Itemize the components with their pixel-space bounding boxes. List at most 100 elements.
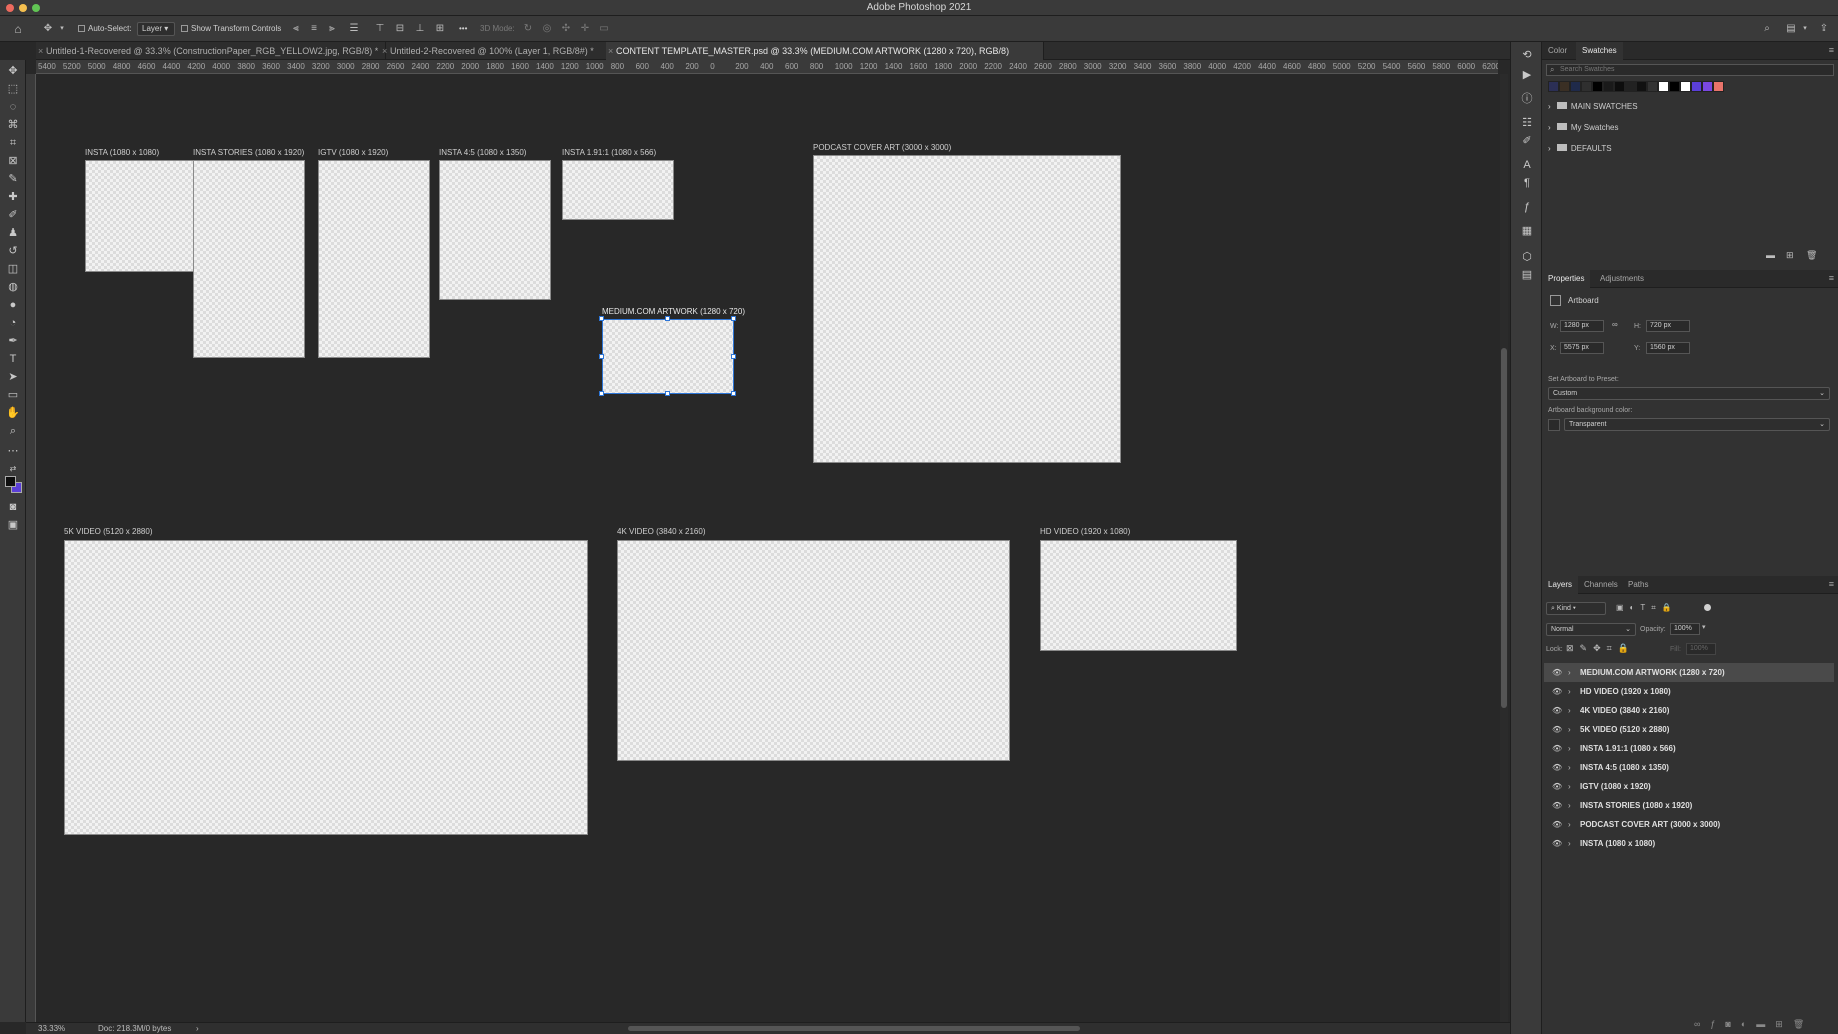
y-position-field[interactable]: 1560 px [1646, 342, 1690, 354]
move-tool-icon[interactable]: ✥ [6, 64, 20, 78]
blend-mode-dropdown[interactable]: Normal ⌄ [1546, 623, 1636, 636]
visibility-eye-icon[interactable]: 👁 [1552, 701, 1562, 720]
layer-row[interactable]: 👁 › IGTV (1080 x 1920) [1544, 777, 1834, 796]
workspace-chevron-icon[interactable]: ▾ [1799, 23, 1811, 35]
visibility-eye-icon[interactable]: 👁 [1552, 720, 1562, 739]
horizontal-scrollbar-thumb[interactable] [628, 1026, 1080, 1031]
frame-tool-icon[interactable]: ⊠ [6, 154, 20, 168]
3d-orbit-icon[interactable]: ↻ [522, 23, 534, 35]
zoom-window-button[interactable] [32, 4, 40, 12]
panel-menu-icon[interactable]: ≡ [1829, 579, 1834, 589]
layer-row[interactable]: 👁 › 5K VIDEO (5120 x 2880) [1544, 720, 1834, 739]
artboard-label[interactable]: INSTA 1.91:1 (1080 x 566) [562, 148, 656, 157]
artboard-podcast-cover-art[interactable] [813, 155, 1121, 463]
channels-icon[interactable]: ▤ [1520, 268, 1534, 282]
fill-field[interactable]: 100% [1686, 643, 1716, 655]
color-swatch[interactable] [1548, 81, 1559, 92]
share-icon[interactable]: ⇪ [1818, 23, 1830, 35]
transform-handle[interactable] [731, 354, 736, 359]
filter-toggle-icon[interactable] [1704, 604, 1711, 611]
layer-row[interactable]: 👁 › 4K VIDEO (3840 x 2160) [1544, 701, 1834, 720]
paragraph-icon[interactable]: ¶ [1520, 176, 1534, 190]
paint-bucket-tool-icon[interactable]: ◍ [6, 280, 20, 294]
artboard-label[interactable]: 5K VIDEO (5120 x 2880) [64, 527, 153, 536]
align-left-icon[interactable]: ⫷ [290, 23, 302, 35]
chevron-right-icon[interactable]: › [1568, 720, 1571, 739]
chevron-right-icon[interactable]: › [1568, 834, 1571, 853]
distribute-vertical-icon[interactable]: ⊞ [434, 23, 446, 35]
vertical-scrollbar-thumb[interactable] [1501, 348, 1507, 708]
artboard-label[interactable]: MEDIUM.COM ARTWORK (1280 x 720) [602, 307, 745, 316]
artboard-label[interactable]: IGTV (1080 x 1920) [318, 148, 388, 157]
layer-row[interactable]: 👁 › MEDIUM.COM ARTWORK (1280 x 720) [1544, 663, 1834, 682]
tab-untitled-1[interactable]: × Untitled-1-Recovered @ 33.3% (Construct… [36, 42, 386, 60]
layer-row[interactable]: 👁 › INSTA (1080 x 1080) [1544, 834, 1834, 853]
type-tool-icon[interactable]: T [6, 352, 20, 366]
close-tab-icon[interactable]: × [608, 42, 613, 60]
artboard-label[interactable]: PODCAST COVER ART (3000 x 3000) [813, 143, 951, 152]
artboard-4k-video[interactable] [617, 540, 1010, 761]
auto-select-dropdown[interactable]: Layer ▾ [137, 22, 175, 36]
tab-paths[interactable]: Paths [1622, 576, 1654, 594]
height-field[interactable]: 720 px [1646, 320, 1690, 332]
quick-selection-tool-icon[interactable]: ⌘ [6, 118, 20, 132]
3d-scale-icon[interactable]: ▭ [598, 23, 610, 35]
transform-handle[interactable] [665, 316, 670, 321]
more-options-button[interactable]: ••• [459, 16, 467, 42]
artboard-insta-stories[interactable] [193, 160, 305, 358]
artboard-label[interactable]: INSTA (1080 x 1080) [85, 148, 159, 157]
color-swatch[interactable] [1658, 81, 1669, 92]
character-icon[interactable]: A [1520, 158, 1534, 172]
history-brush-tool-icon[interactable]: ↺ [6, 244, 20, 258]
healing-brush-tool-icon[interactable]: ✚ [6, 190, 20, 204]
workspace-icon[interactable]: ▤ [1785, 23, 1797, 35]
artboard-insta-1-91[interactable] [562, 160, 674, 220]
clone-stamp-tool-icon[interactable]: ♟ [6, 226, 20, 240]
zoom-tool-icon[interactable]: ⌕ [6, 424, 20, 438]
canvas-area[interactable]: INSTA (1080 x 1080) INSTA STORIES (1080 … [36, 74, 1498, 1022]
layers-footer-icons[interactable]: ∞ƒ◙◐▬⊞🗑 [1694, 1019, 1814, 1030]
blur-tool-icon[interactable]: ● [6, 298, 20, 312]
layer-row[interactable]: 👁 › PODCAST COVER ART (3000 x 3000) [1544, 815, 1834, 834]
visibility-eye-icon[interactable]: 👁 [1552, 758, 1562, 777]
status-menu-arrow-icon[interactable]: › [196, 1023, 199, 1034]
layer-row[interactable]: 👁 › INSTA 1.91:1 (1080 x 566) [1544, 739, 1834, 758]
foreground-color-swatch[interactable] [5, 476, 16, 487]
visibility-eye-icon[interactable]: 👁 [1552, 682, 1562, 701]
tab-untitled-2[interactable]: × Untitled-2-Recovered @ 100% (Layer 1, R… [380, 42, 638, 60]
x-position-field[interactable]: 5575 px [1560, 342, 1604, 354]
info-icon[interactable]: ⓘ [1520, 92, 1534, 106]
layer-filter-icons[interactable]: ▣◐T⌗🔒 [1616, 603, 1678, 613]
new-group-folder-icon[interactable]: ▬ [1766, 250, 1775, 260]
visibility-eye-icon[interactable]: 👁 [1552, 815, 1562, 834]
color-swatch[interactable] [1669, 81, 1680, 92]
eyedropper-tool-icon[interactable]: ✎ [6, 172, 20, 186]
move-tool-icon[interactable]: ✥ [42, 23, 54, 35]
transform-handle[interactable] [599, 391, 604, 396]
swatch-group-main[interactable]: › MAIN SWATCHES [1548, 98, 1638, 116]
screen-mode-icon[interactable]: ▣ [6, 518, 20, 532]
chevron-right-icon[interactable]: › [1568, 758, 1571, 777]
color-swatch[interactable] [1647, 81, 1658, 92]
layer-row[interactable]: 👁 › HD VIDEO (1920 x 1080) [1544, 682, 1834, 701]
align-top-icon[interactable]: ⊤ [374, 23, 386, 35]
artboard-insta[interactable] [85, 160, 197, 272]
minimize-window-button[interactable] [19, 4, 27, 12]
chevron-right-icon[interactable]: › [1568, 739, 1571, 758]
rectangle-tool-icon[interactable]: ▭ [6, 388, 20, 402]
visibility-eye-icon[interactable]: 👁 [1552, 796, 1562, 815]
styles-fx-icon[interactable]: ƒ [1520, 200, 1534, 214]
auto-select-checkbox[interactable]: Auto-Select: [78, 16, 132, 42]
chevron-right-icon[interactable]: › [1568, 663, 1571, 682]
transform-handle[interactable] [599, 316, 604, 321]
tab-content-template[interactable]: × CONTENT TEMPLATE_MASTER.psd @ 33.3% (ME… [606, 42, 1044, 60]
search-icon[interactable]: ⌕ [1761, 23, 1773, 35]
adjustments-sliders-icon[interactable]: ☷ [1520, 116, 1534, 130]
zoom-level[interactable]: 33.33% [38, 1023, 65, 1034]
transform-handle[interactable] [665, 391, 670, 396]
chevron-right-icon[interactable]: › [1568, 777, 1571, 796]
quick-mask-icon[interactable]: ◙ [6, 500, 20, 514]
tab-properties[interactable]: Properties [1542, 270, 1591, 288]
transform-handle[interactable] [599, 354, 604, 359]
visibility-eye-icon[interactable]: 👁 [1552, 834, 1562, 853]
